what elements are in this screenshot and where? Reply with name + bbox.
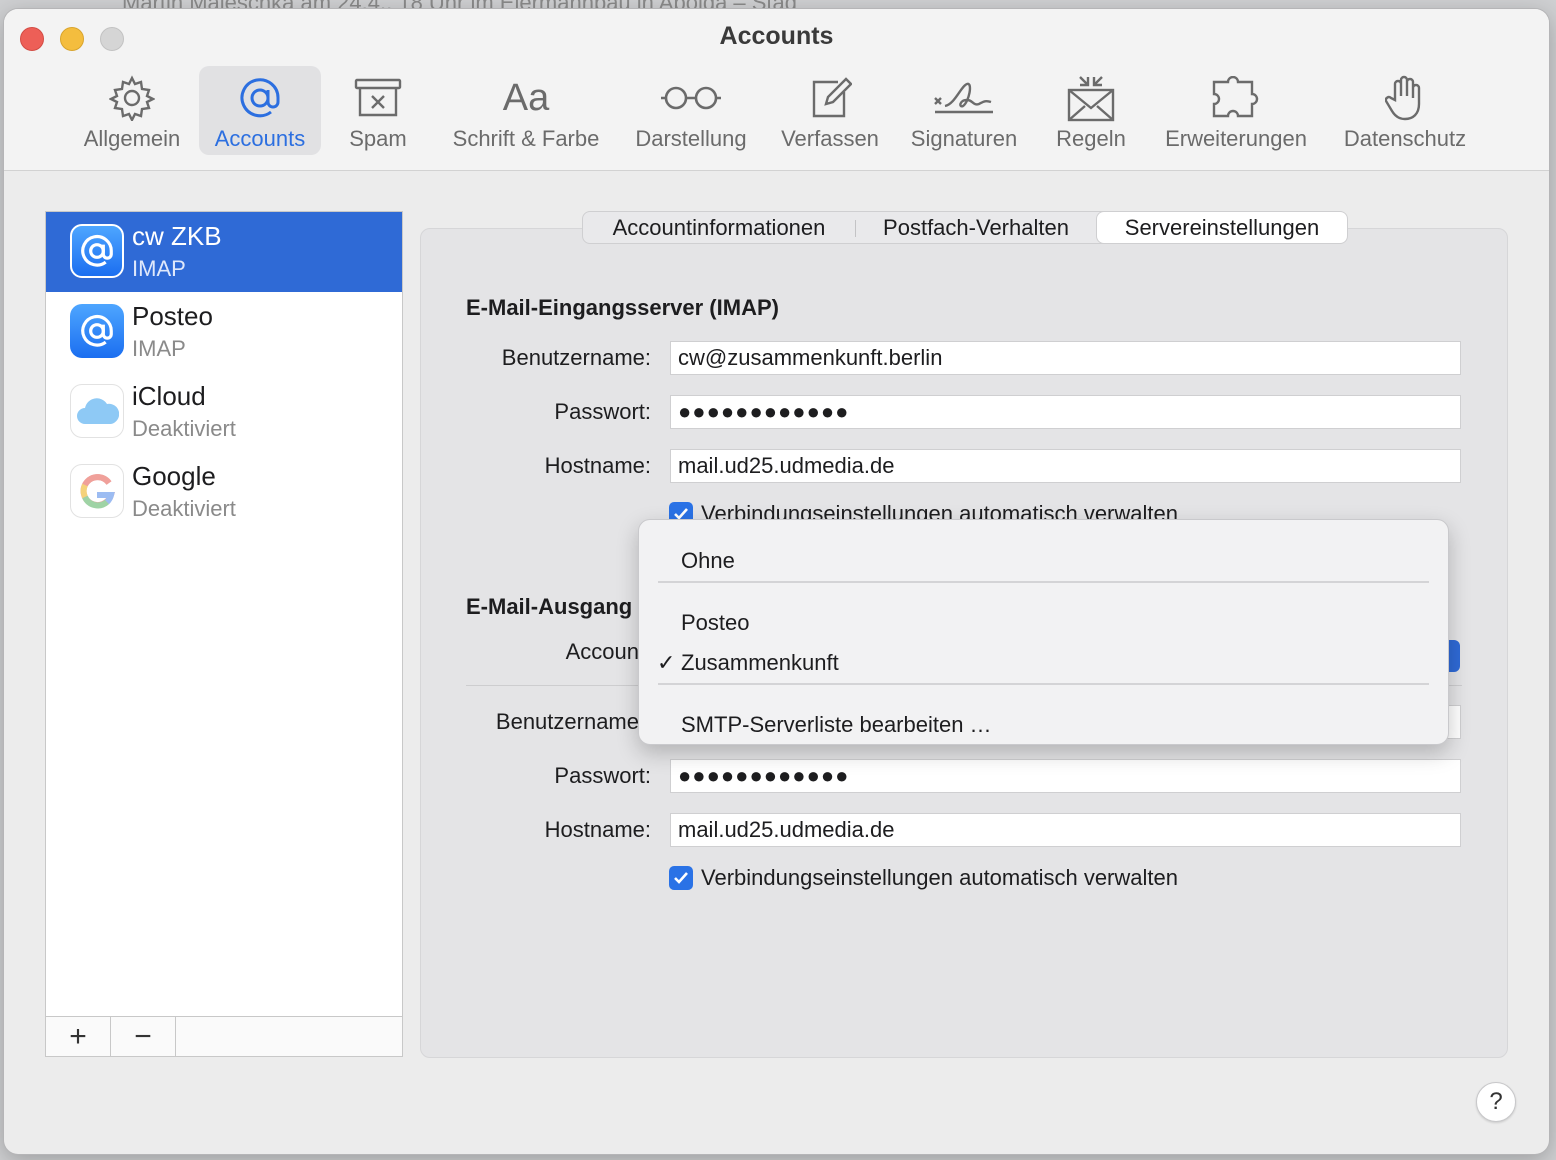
- preferences-window: Accounts Allgemein Accounts Spam Aa Schr…: [4, 9, 1549, 1154]
- tab-bar: Accountinformationen Postfach-Verhalten …: [582, 211, 1347, 244]
- hand-icon: [1385, 72, 1425, 124]
- help-button[interactable]: ?: [1476, 1082, 1516, 1122]
- outgoing-account-label: Accoun: [565, 639, 639, 664]
- outgoing-hostname-label: Hostname:: [544, 817, 651, 842]
- toolbar-item-datenschutz[interactable]: Datenschutz: [1334, 66, 1476, 155]
- outgoing-auto-manage-label: Verbindungseinstellungen automatisch ver…: [701, 865, 1178, 890]
- outgoing-auto-manage-checkbox[interactable]: [669, 866, 693, 890]
- toolbar-label: Verfassen: [781, 126, 879, 151]
- tab-postfach-verhalten[interactable]: Postfach-Verhalten: [856, 212, 1096, 243]
- incoming-password-field[interactable]: ●●●●●●●●●●●●: [670, 395, 1461, 429]
- account-name: cw ZKB: [132, 221, 222, 251]
- add-account-button[interactable]: +: [46, 1017, 111, 1056]
- window-title: Accounts: [719, 22, 834, 50]
- compose-icon: [808, 72, 852, 124]
- incoming-server-title: E-Mail-Eingangsserver (IMAP): [466, 295, 779, 320]
- tab-accountinformationen[interactable]: Accountinformationen: [583, 212, 855, 243]
- toolbar-item-spam[interactable]: Spam: [338, 66, 418, 155]
- menu-item-zusammenkunft[interactable]: Zusammenkunft: [681, 650, 839, 676]
- remove-account-button[interactable]: −: [111, 1017, 176, 1056]
- account-type: Deaktiviert: [132, 416, 236, 441]
- incoming-hostname-label: Hostname:: [544, 453, 651, 478]
- toolbar-label: Accounts: [214, 126, 306, 151]
- puzzle-icon: [1210, 72, 1262, 124]
- incoming-password-label: Passwort:: [554, 399, 651, 424]
- menu-item-edit-smtp-list[interactable]: SMTP-Serverliste bearbeiten …: [681, 712, 992, 738]
- rules-envelope-icon: [1066, 72, 1116, 124]
- account-list-controls: + −: [46, 1016, 402, 1056]
- toolbar-item-accounts[interactable]: Accounts: [199, 66, 321, 155]
- account-list: cw ZKB IMAP Posteo IMAP iCloud Deaktivie…: [45, 211, 403, 1057]
- incoming-hostname-field[interactable]: mail.ud25.udmedia.de: [670, 449, 1461, 483]
- menu-separator: [658, 581, 1429, 583]
- account-name: Posteo: [132, 301, 213, 331]
- outgoing-username-label: Benutzername: [495, 709, 639, 734]
- tab-servereinstellungen[interactable]: Servereinstellungen: [1097, 212, 1347, 243]
- toolbar-label: Erweiterungen: [1165, 126, 1307, 151]
- titlebar: Accounts Allgemein Accounts Spam Aa Schr…: [4, 9, 1549, 171]
- account-type: IMAP: [132, 256, 186, 281]
- account-name: iCloud: [132, 381, 206, 411]
- account-item-google[interactable]: Google Deaktiviert: [46, 452, 402, 532]
- google-icon: [70, 464, 124, 518]
- checkmark-icon: ✓: [657, 650, 676, 675]
- at-sign-icon: [70, 304, 124, 358]
- account-item-icloud[interactable]: iCloud Deaktiviert: [46, 372, 402, 452]
- toolbar-item-erweiterungen[interactable]: Erweiterungen: [1154, 66, 1318, 155]
- checkmark-icon: [674, 872, 688, 884]
- icloud-icon: [70, 384, 124, 438]
- glasses-icon: [659, 72, 723, 124]
- font-aa-icon: Aa: [502, 76, 550, 119]
- account-item-cw-zkb[interactable]: cw ZKB IMAP: [46, 212, 402, 292]
- toolbar-item-signaturen[interactable]: Signaturen: [902, 66, 1026, 155]
- menu-separator: [658, 683, 1429, 685]
- toolbar-label: Darstellung: [635, 126, 747, 151]
- toolbar-item-darstellung[interactable]: Darstellung: [626, 66, 756, 155]
- at-sign-icon: [70, 224, 124, 278]
- outgoing-password-field[interactable]: ●●●●●●●●●●●●: [670, 759, 1461, 793]
- incoming-username-label: Benutzername:: [501, 345, 651, 370]
- toolbar-label: Signaturen: [910, 126, 1018, 151]
- account-name: Google: [132, 461, 216, 491]
- toolbar-label: Datenschutz: [1343, 126, 1467, 151]
- outgoing-server-title: E-Mail-Ausgang: [466, 594, 633, 619]
- menu-item-posteo[interactable]: Posteo: [681, 610, 750, 636]
- menu-item-ohne[interactable]: Ohne: [681, 548, 735, 574]
- toolbar-item-verfassen[interactable]: Verfassen: [772, 66, 888, 155]
- toolbar-label: Schrift & Farbe: [452, 126, 600, 151]
- account-type: Deaktiviert: [132, 496, 236, 521]
- toolbar-item-allgemein[interactable]: Allgemein: [77, 66, 187, 155]
- junk-bin-icon: [353, 72, 403, 124]
- toolbar-label: Regeln: [1056, 126, 1126, 151]
- signature-icon: [933, 72, 995, 124]
- toolbar-item-regeln[interactable]: Regeln: [1044, 66, 1138, 155]
- toolbar-label: Allgemein: [83, 126, 181, 151]
- account-type: IMAP: [132, 336, 186, 361]
- smtp-account-menu: Ohne Posteo ✓ Zusammenkunft SMTP-Serverl…: [638, 519, 1449, 745]
- gear-icon: [109, 72, 155, 124]
- outgoing-password-label: Passwort:: [554, 763, 651, 788]
- at-sign-icon: [236, 72, 284, 124]
- incoming-username-field[interactable]: cw@zusammenkunft.berlin: [670, 341, 1461, 375]
- account-item-posteo[interactable]: Posteo IMAP: [46, 292, 402, 372]
- toolbar-label: Spam: [349, 126, 407, 151]
- outgoing-hostname-field[interactable]: mail.ud25.udmedia.de: [670, 813, 1461, 847]
- toolbar-item-schrift-farbe[interactable]: Aa Schrift & Farbe: [442, 66, 610, 155]
